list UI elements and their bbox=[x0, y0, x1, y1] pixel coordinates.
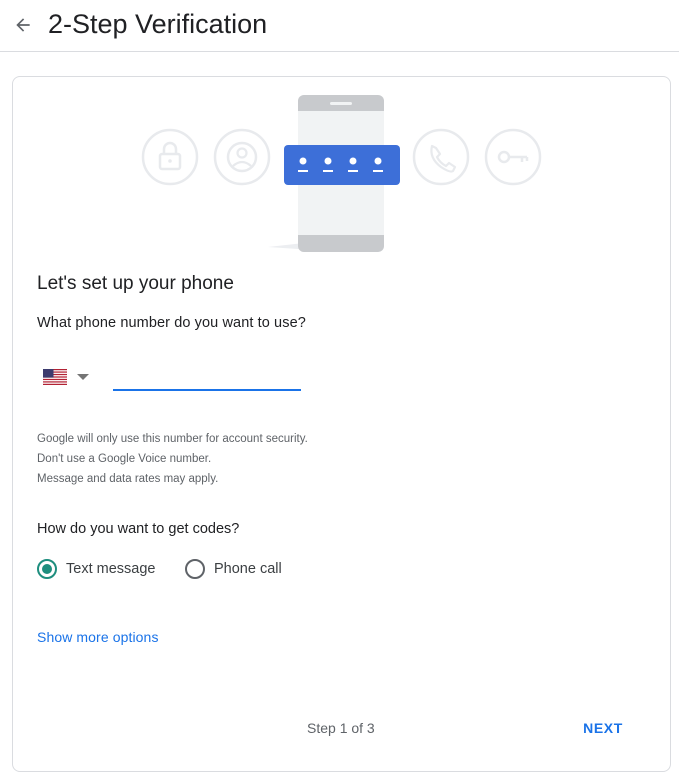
setup-card: Let's set up your phone What phone numbe… bbox=[12, 76, 671, 772]
back-button[interactable] bbox=[8, 10, 38, 40]
phone-question: What phone number do you want to use? bbox=[37, 315, 306, 331]
text-message-option[interactable]: Text message bbox=[37, 557, 155, 581]
phone-call-label: Phone call bbox=[214, 561, 282, 577]
phone-call-option[interactable]: Phone call bbox=[185, 557, 282, 581]
chevron-down-icon bbox=[77, 374, 89, 380]
page: 2-Step Verification Let's set up your ph… bbox=[0, 0, 679, 777]
us-flag-icon bbox=[43, 369, 67, 385]
verification-illustration bbox=[141, 95, 542, 252]
country-selector[interactable] bbox=[43, 362, 105, 392]
codes-question: How do you want to get codes? bbox=[37, 521, 240, 537]
phone-icon bbox=[412, 128, 470, 186]
helper-line: Google will only use this number for acc… bbox=[37, 433, 308, 445]
show-more-options-link[interactable]: Show more options bbox=[37, 627, 159, 647]
next-button[interactable]: NEXT bbox=[573, 711, 633, 745]
helper-line: Don't use a Google Voice number. bbox=[37, 453, 212, 465]
arrow-left-icon bbox=[16, 18, 30, 32]
phone-helper-text: Google will only use this number for acc… bbox=[37, 429, 308, 489]
helper-line: Message and data rates may apply. bbox=[37, 473, 219, 485]
setup-heading: Let's set up your phone bbox=[37, 273, 234, 294]
step-indicator: Step 1 of 3 bbox=[307, 720, 375, 736]
lock-icon bbox=[141, 128, 199, 186]
phone-number-input[interactable] bbox=[113, 359, 301, 391]
radio-button-checked[interactable] bbox=[37, 559, 57, 579]
radio-button-unchecked[interactable] bbox=[185, 559, 205, 579]
account-circle-icon bbox=[213, 128, 271, 186]
text-message-label: Text message bbox=[66, 561, 156, 577]
key-icon bbox=[484, 128, 542, 186]
page-title: 2-Step Verification bbox=[48, 9, 268, 39]
top-bar: 2-Step Verification bbox=[0, 0, 679, 52]
code-card-icon bbox=[284, 145, 400, 185]
